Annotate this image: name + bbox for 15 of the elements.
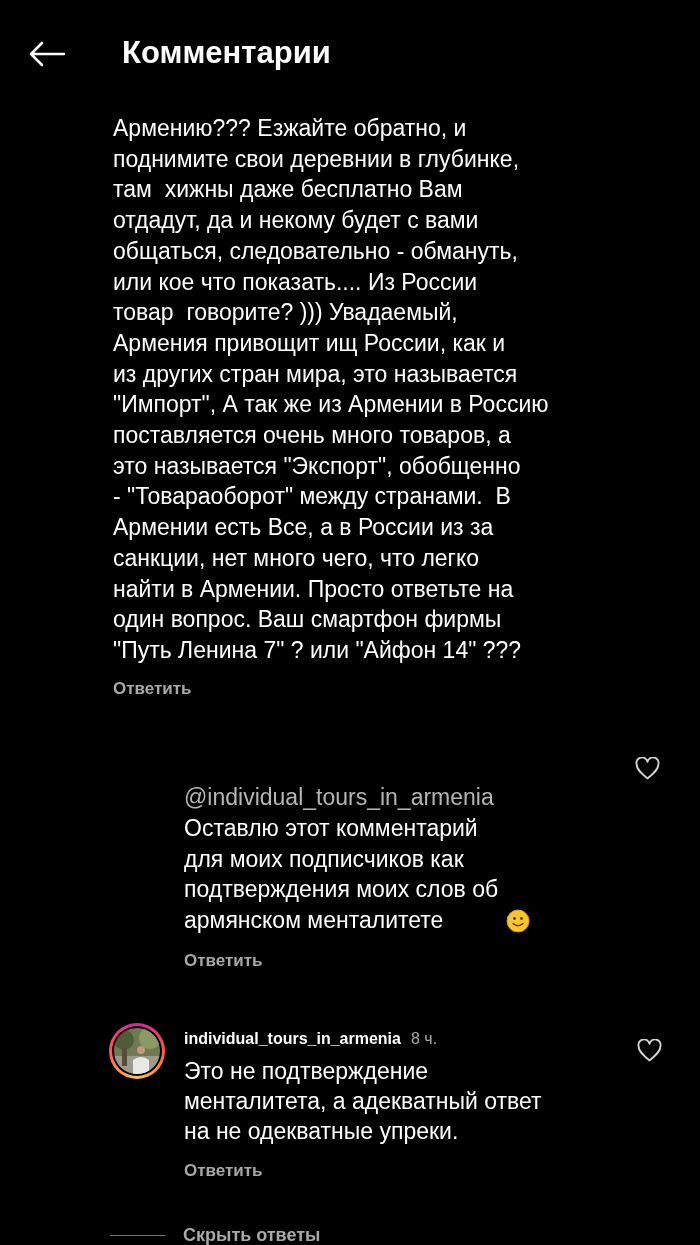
timestamp: 8 ч. bbox=[410, 1029, 438, 1050]
comment-text: Армению??? Езжайте обратно, и поднимите свои деревнии в глубинке, там хижны даже бесплатно Вам отдадут, да и некому будет с вами общаться, следовательно - обмануть, или кое что показать.... Из России товар говорите? ))) Увадаемый, Армения привощит ищ России, как и из других стран мира, это называется "Импорт", А так же из Армении в Россию поставляется очень много товаров, а это называется "Экспорт", обобщенно - "Товараоборот" между странами. В Армении есть Все, а в России из за санкции, нет много чего, что легко найти в Армении. Просто ответьте на один вопрос. Ваш смартфон фирмы "Путь Ленина 7" ? или "Айфон 14" ??? bbox=[113, 114, 550, 665]
reply-link[interactable]: Ответить bbox=[184, 1158, 263, 1184]
comment-text: Оставлю этот комментарий для моих подписчиков как подтверждения моих слов об армянском менталитете bbox=[184, 813, 499, 935]
heart-icon[interactable] bbox=[635, 757, 660, 781]
smiley-icon bbox=[506, 908, 531, 933]
mention-link[interactable]: @individual_tours_in_armenia bbox=[184, 782, 494, 813]
page-title: Комментарии bbox=[122, 34, 331, 73]
reply-link[interactable]: Ответить bbox=[113, 675, 192, 702]
heart-icon[interactable] bbox=[637, 1039, 662, 1063]
reply-link[interactable]: Ответить bbox=[184, 947, 263, 974]
hide-replies-link[interactable]: Скрыть ответы bbox=[183, 1221, 321, 1245]
comment-text: Это не подтверждение менталитета, а адекватный ответ на не одекватные упреки. bbox=[184, 1057, 543, 1147]
back-icon[interactable] bbox=[28, 40, 66, 67]
username[interactable]: individual_tours_in_armenia bbox=[184, 1027, 401, 1052]
